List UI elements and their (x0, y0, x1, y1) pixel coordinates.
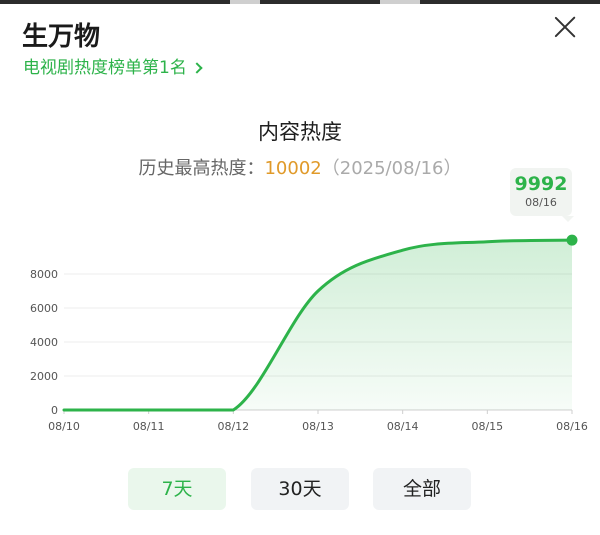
tooltip-value: 9992 (514, 173, 568, 195)
page-title: 生万物 (22, 22, 101, 52)
chart-title: 内容热度 (258, 120, 342, 144)
x-tick-label: 08/15 (471, 420, 503, 433)
x-tick-label: 08/10 (48, 420, 80, 433)
history-max-date: （2025/08/16） (321, 158, 462, 179)
tab-30-days[interactable]: 30天 (251, 468, 349, 510)
close-icon[interactable] (552, 14, 578, 40)
chart-area-fill (64, 240, 572, 410)
history-max-label: 历史最高热度： (138, 158, 265, 179)
heat-chart: 0 2000 4000 6000 8000 08/10 08/11 08/12 08/13 08… (30, 234, 588, 433)
latest-data-point[interactable] (566, 234, 578, 246)
y-tick-label: 6000 (30, 302, 58, 315)
ranking-link-label: 电视剧热度榜单第1名 (23, 58, 187, 78)
y-tick-label: 8000 (30, 268, 58, 281)
x-tick-label: 08/13 (302, 420, 334, 433)
chevron-right-icon (191, 62, 203, 74)
x-tick-label: 08/11 (133, 420, 165, 433)
x-tick-label: 08/16 (556, 420, 588, 433)
window-top-edge (0, 0, 600, 4)
x-tick-label: 08/14 (387, 420, 419, 433)
tooltip-date: 08/16 (525, 196, 557, 209)
history-max-value: 10002 (264, 158, 322, 179)
y-tick-label: 2000 (30, 370, 58, 383)
y-tick-label: 0 (51, 404, 58, 417)
y-tick-label: 4000 (30, 336, 58, 349)
ranking-link[interactable]: 电视剧热度榜单第1名 (23, 53, 203, 78)
chart-tooltip: 9992 08/16 (510, 168, 574, 222)
tab-all[interactable]: 全部 (373, 468, 471, 510)
x-tick-label: 08/12 (217, 420, 249, 433)
tab-7-days[interactable]: 7天 (128, 468, 226, 510)
